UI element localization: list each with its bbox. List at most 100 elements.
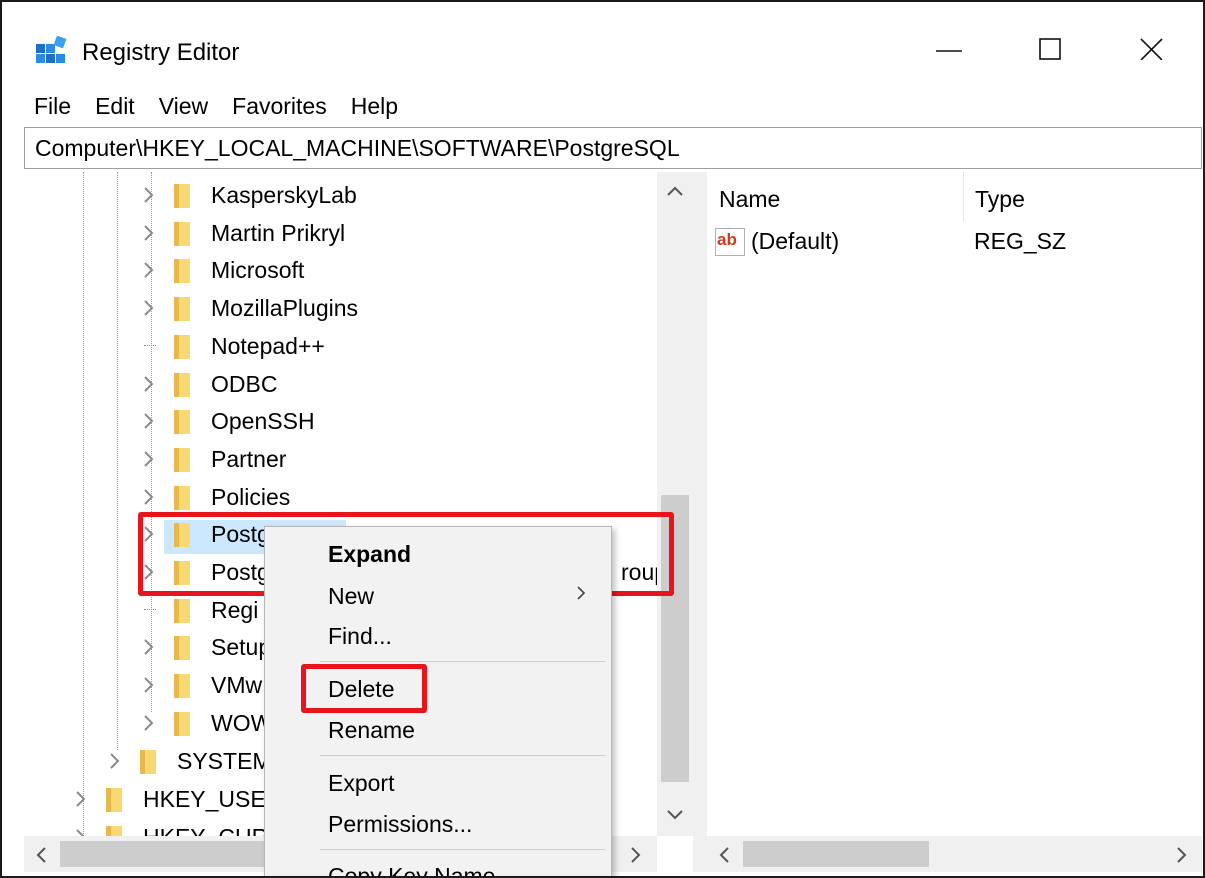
address-bar[interactable]: Computer\HKEY_LOCAL_MACHINE\SOFTWARE\Pos…: [24, 127, 1202, 169]
context-menu-rename[interactable]: Rename: [328, 717, 415, 744]
context-menu-find[interactable]: Find...: [328, 623, 392, 650]
menu-file[interactable]: File: [22, 88, 83, 124]
chevron-right-icon[interactable]: [142, 299, 156, 317]
chevron-right-icon[interactable]: [142, 412, 156, 430]
chevron-right-icon[interactable]: [142, 450, 156, 468]
chevron-right-icon[interactable]: [142, 186, 156, 204]
maximize-button[interactable]: [1015, 24, 1085, 74]
chevron-right-icon[interactable]: [142, 563, 156, 581]
tree-item[interactable]: MozillaPlugins: [24, 289, 664, 327]
tree-item-label: Regi: [211, 596, 259, 623]
folder-icon: [174, 184, 190, 208]
tree-leaf-connector: [144, 608, 156, 611]
menu-separator: [320, 661, 605, 662]
menu-help[interactable]: Help: [339, 88, 410, 124]
tree-item[interactable]: OpenSSH: [24, 402, 664, 440]
tree-item[interactable]: Policies: [24, 478, 664, 516]
tree-scroll-thumb[interactable]: [661, 495, 689, 782]
context-menu-expand[interactable]: Expand: [328, 541, 411, 568]
scroll-down-icon[interactable]: [665, 808, 685, 822]
tree-item-label: Policies: [211, 483, 291, 510]
maximize-icon: [1039, 38, 1061, 60]
string-value-icon-text: ab: [717, 230, 737, 249]
menu-favorites[interactable]: Favorites: [220, 88, 339, 124]
values-horizontal-scrollbar[interactable]: [707, 836, 1202, 872]
folder-icon: [106, 826, 122, 836]
context-menu-delete[interactable]: Delete: [328, 676, 394, 703]
context-menu-copy-key-name[interactable]: Copy Key Name: [328, 863, 495, 876]
chevron-right-icon[interactable]: [142, 488, 156, 506]
value-type: REG_SZ: [974, 228, 1067, 254]
tree-item[interactable]: Notepad++: [24, 327, 664, 365]
chevron-right-icon[interactable]: [74, 828, 88, 836]
folder-icon: [140, 750, 156, 774]
minimize-icon: [936, 50, 962, 52]
scroll-right-icon[interactable]: [629, 846, 643, 864]
tree-item-label: MozillaPlugins: [211, 295, 359, 322]
folder-icon: [174, 297, 190, 322]
tree-item[interactable]: KasperskyLab: [24, 176, 664, 214]
tree-item-label: OpenSSH: [211, 408, 315, 435]
tree-item-label: Partner: [211, 445, 287, 472]
folder-icon: [174, 410, 190, 435]
folder-icon: [174, 372, 190, 397]
folder-icon: [106, 788, 122, 812]
pane-splitter[interactable]: [693, 172, 707, 872]
tree-item-label: Microsoft: [211, 257, 305, 284]
context-menu-new[interactable]: New: [328, 583, 374, 610]
chevron-right-icon[interactable]: [142, 638, 156, 656]
chevron-right-icon[interactable]: [142, 224, 156, 242]
tree-item-label: KasperskyLab: [211, 182, 357, 208]
tree-item[interactable]: ODBC: [24, 365, 664, 403]
window-title: Registry Editor: [82, 39, 240, 66]
column-header-name[interactable]: Name: [719, 186, 780, 213]
chevron-right-icon[interactable]: [142, 261, 156, 279]
tree-item-label: Martin Prikryl: [211, 219, 346, 246]
tree-leaf-connector: [144, 344, 156, 347]
folder-icon: [174, 674, 190, 699]
scroll-up-icon[interactable]: [665, 184, 685, 198]
tree-item[interactable]: Microsoft: [24, 251, 664, 289]
value-name: (Default): [751, 228, 840, 254]
column-header-type[interactable]: Type: [975, 186, 1025, 213]
values-hscroll-thumb[interactable]: [743, 841, 929, 867]
string-value-icon: ab: [715, 228, 745, 256]
tree-item[interactable]: Martin Prikryl: [24, 214, 664, 252]
tree-vertical-scrollbar[interactable]: [657, 172, 693, 836]
chevron-right-icon[interactable]: [142, 714, 156, 732]
scroll-left-icon[interactable]: [34, 846, 48, 864]
tree-item-label: Setup: [211, 634, 272, 661]
folder-icon: [174, 485, 190, 510]
close-button[interactable]: [1116, 24, 1186, 74]
chevron-right-icon[interactable]: [142, 375, 156, 393]
folder-icon: [174, 598, 190, 623]
scroll-right-icon[interactable]: [1175, 846, 1189, 864]
tree-item-label: Notepad++: [211, 332, 325, 359]
folder-icon: [174, 523, 190, 548]
folder-icon: [174, 221, 190, 246]
title-bar: Registry Editor: [2, 2, 1203, 82]
folder-icon: [174, 259, 190, 284]
chevron-right-icon[interactable]: [142, 525, 156, 543]
context-menu-permissions[interactable]: Permissions...: [328, 811, 472, 838]
folder-icon: [174, 447, 190, 472]
context-menu-export[interactable]: Export: [328, 770, 394, 797]
chevron-right-icon[interactable]: [142, 676, 156, 694]
folder-icon: [174, 334, 190, 359]
folder-icon: [174, 636, 190, 661]
registry-editor-app-icon: [36, 36, 67, 63]
chevron-right-icon[interactable]: [108, 752, 122, 770]
minimize-button[interactable]: [914, 24, 984, 74]
chevron-right-icon[interactable]: [74, 790, 88, 808]
menu-separator: [320, 849, 605, 850]
tree-item[interactable]: Partner: [24, 440, 664, 478]
column-divider[interactable]: [963, 172, 964, 222]
menu-edit[interactable]: Edit: [83, 88, 147, 124]
tree-item-label: ODBC: [211, 370, 278, 397]
menu-view[interactable]: View: [147, 88, 220, 124]
context-menu: Expand New Find... Delete Rename Export …: [264, 526, 612, 876]
tree-item-label: SYSTEM: [177, 748, 272, 774]
scroll-left-icon[interactable]: [717, 846, 731, 864]
submenu-arrow-icon: [575, 583, 587, 608]
value-row[interactable]: ab (Default) REG_SZ: [707, 224, 1202, 260]
